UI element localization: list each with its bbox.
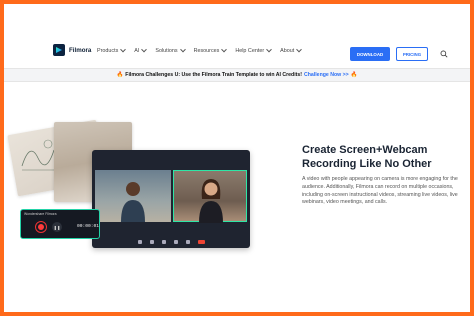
nav-help-center-label: Help Center bbox=[235, 48, 265, 54]
hero-description: A video with people appearing on camera … bbox=[302, 176, 458, 206]
chevron-down-icon bbox=[179, 46, 186, 53]
pause-icon: ❚❚ bbox=[53, 224, 61, 230]
challenge-now-link[interactable]: Challenge Now >> bbox=[304, 72, 349, 78]
man-avatar-icon bbox=[121, 182, 145, 222]
screen-recorder-widget: Wondershare Filmora ❚❚ 00:00:01 bbox=[20, 209, 100, 239]
site-header: Filmora Products AI Solutions Resources … bbox=[4, 34, 470, 68]
webcam-feed-right bbox=[173, 170, 247, 223]
participants-icon[interactable] bbox=[173, 240, 178, 244]
nav-help-center[interactable]: Help Center bbox=[235, 46, 272, 54]
pause-button[interactable]: ❚❚ bbox=[52, 222, 62, 232]
hero-title: Create Screen+Webcam Recording Like No O… bbox=[302, 144, 432, 170]
recorder-title: Wondershare Filmora bbox=[24, 212, 57, 216]
promo-banner: 🔥 Filmora Challenges U: Use the Filmora … bbox=[4, 68, 470, 82]
sketch-drawing-image bbox=[21, 139, 55, 171]
share-screen-icon[interactable] bbox=[161, 240, 166, 244]
webcam-feed-left bbox=[95, 170, 171, 222]
mic-icon[interactable] bbox=[137, 240, 142, 244]
chevron-down-icon bbox=[120, 46, 127, 53]
page-frame: Filmora Products AI Solutions Resources … bbox=[4, 4, 470, 312]
record-button[interactable] bbox=[35, 221, 47, 233]
logo-text: Filmora bbox=[69, 46, 92, 54]
chevron-down-icon bbox=[296, 46, 303, 53]
video-call-window bbox=[92, 150, 250, 248]
end-call-icon[interactable] bbox=[197, 240, 205, 244]
search-icon[interactable] bbox=[440, 50, 448, 58]
filmora-logo-icon bbox=[53, 44, 65, 56]
camera-icon[interactable] bbox=[149, 240, 154, 244]
banner-text: Filmora Challenges U: Use the Filmora Tr… bbox=[125, 72, 302, 78]
chevron-down-icon bbox=[221, 46, 228, 53]
nav-about[interactable]: About bbox=[280, 46, 303, 54]
download-button[interactable]: DOWNLOAD bbox=[350, 47, 390, 61]
chevron-down-icon bbox=[141, 46, 148, 53]
nav-products-label: Products bbox=[97, 48, 119, 54]
nav-resources[interactable]: Resources bbox=[193, 46, 228, 54]
nav-solutions[interactable]: Solutions bbox=[155, 46, 186, 54]
fire-icon: 🔥 bbox=[350, 72, 358, 78]
fire-icon: 🔥 bbox=[116, 72, 124, 78]
pricing-button[interactable]: PRICING bbox=[396, 47, 428, 61]
nav-about-label: About bbox=[280, 48, 295, 54]
call-controls bbox=[92, 236, 250, 248]
logo[interactable]: Filmora bbox=[53, 44, 91, 56]
nav-ai[interactable]: AI bbox=[134, 46, 148, 54]
nav-solutions-label: Solutions bbox=[155, 48, 178, 54]
chat-icon[interactable] bbox=[185, 240, 190, 244]
nav-products[interactable]: Products bbox=[97, 46, 127, 54]
nav-ai-label: AI bbox=[134, 48, 140, 54]
chevron-down-icon bbox=[266, 46, 272, 53]
main-nav: Products AI Solutions Resources Help Cen… bbox=[97, 46, 310, 54]
woman-avatar-icon bbox=[199, 179, 223, 223]
nav-resources-label: Resources bbox=[193, 48, 220, 54]
recording-timer: 00:00:01 bbox=[77, 224, 100, 229]
